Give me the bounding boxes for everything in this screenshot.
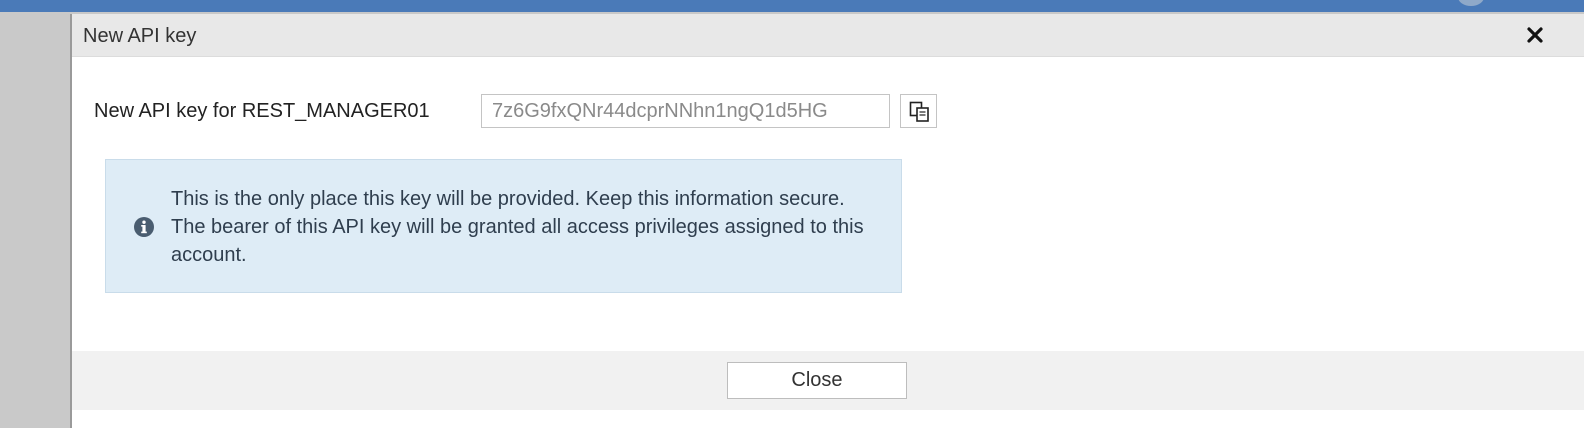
info-icon (133, 216, 155, 238)
avatar[interactable] (1458, 0, 1484, 6)
api-key-label: New API key for REST_MANAGER01 (94, 100, 430, 122)
close-icon[interactable] (1522, 22, 1548, 48)
dialog-footer: Close (72, 351, 1584, 410)
new-api-key-dialog: New API key New API key for REST_MANAGER… (70, 14, 1584, 428)
info-message-box: This is the only place this key will be … (105, 159, 902, 293)
copy-to-clipboard-button[interactable] (900, 94, 937, 128)
copy-icon (909, 101, 929, 122)
info-message-text: This is the only place this key will be … (171, 188, 864, 266)
app-top-bar (0, 0, 1584, 12)
dialog-header: New API key (72, 14, 1584, 57)
background-overlay (0, 12, 70, 428)
api-key-field[interactable] (481, 94, 890, 128)
close-button[interactable]: Close (727, 362, 907, 399)
dialog-title: New API key (83, 25, 197, 47)
